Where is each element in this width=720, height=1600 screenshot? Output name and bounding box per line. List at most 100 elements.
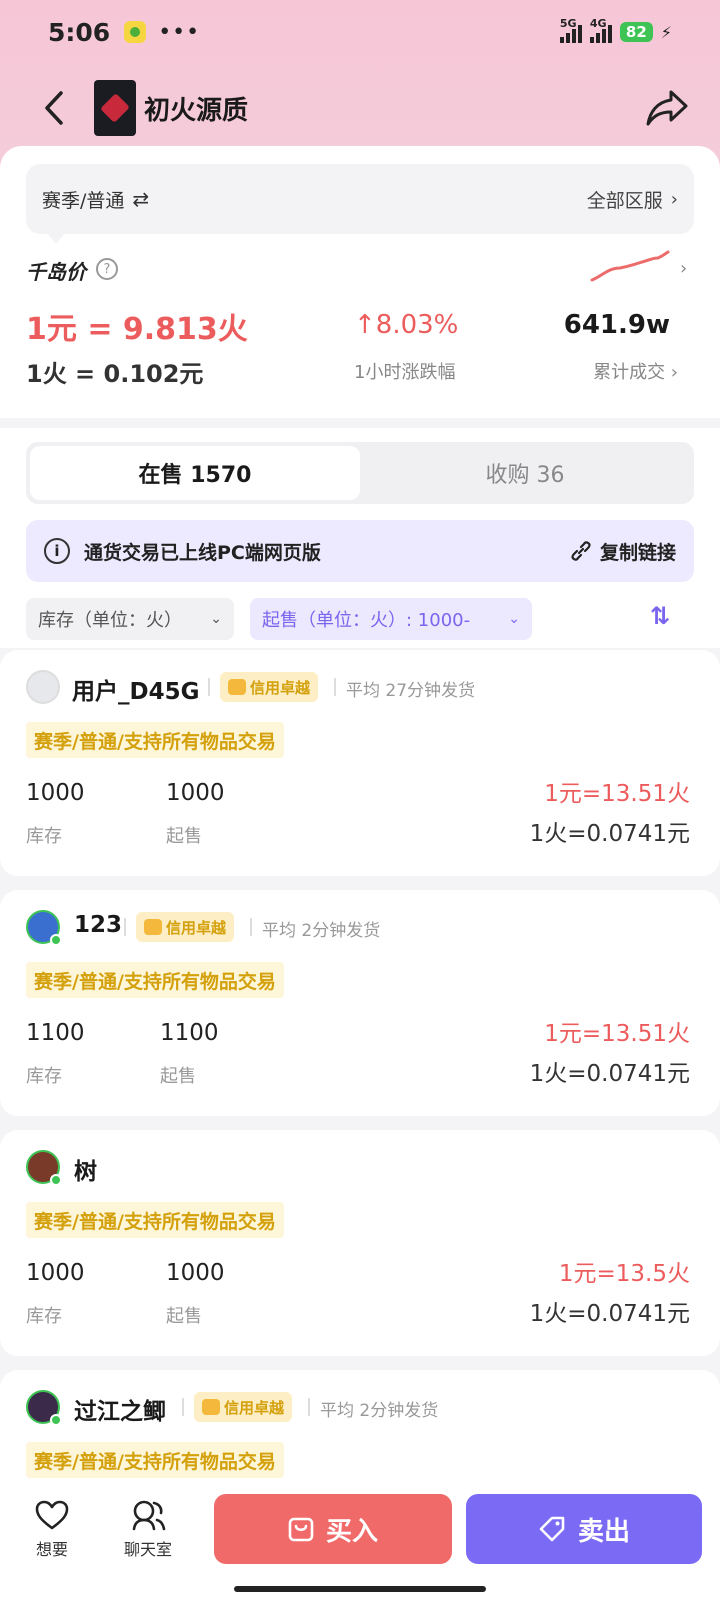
credit-badge: 信用卓越 bbox=[194, 1392, 293, 1422]
min-sale-label: 起售 bbox=[166, 826, 202, 847]
chevron-down-icon: ⌄ bbox=[508, 611, 520, 627]
seller-name: 123 bbox=[74, 912, 123, 938]
charging-icon: ⚡ bbox=[660, 22, 672, 42]
stock-value: 1100 bbox=[26, 1020, 85, 1046]
status-time: 5:06 bbox=[48, 17, 111, 47]
buy-button[interactable]: 买入 bbox=[214, 1494, 452, 1564]
sort-icon[interactable]: ⇅ bbox=[650, 602, 670, 630]
chat-icon bbox=[132, 1500, 166, 1531]
heart-icon bbox=[35, 1500, 69, 1530]
hourly-change: ↑8.03% bbox=[354, 310, 459, 340]
sell-label: 卖出 bbox=[577, 1516, 630, 1547]
info-icon: i bbox=[44, 538, 70, 564]
rate-yuan: 1元=13.51火 bbox=[544, 1021, 690, 1047]
tag-icon bbox=[539, 1516, 565, 1542]
filter-notch bbox=[46, 232, 66, 244]
divider bbox=[182, 1398, 184, 1416]
divider bbox=[308, 1398, 310, 1416]
badge-icon bbox=[228, 679, 246, 695]
seller-name: 过江之鲫 bbox=[74, 1399, 166, 1425]
notice-text: 通货交易已上线PC端网页版 bbox=[84, 541, 321, 564]
back-button[interactable] bbox=[34, 88, 74, 128]
listing-controls: 在售 1570 收购 36 i 通货交易已上线PC端网页版 复制链接 库存（单位… bbox=[0, 428, 720, 648]
copy-link-button[interactable]: 复制链接 bbox=[570, 538, 676, 565]
price-sparkline[interactable] bbox=[590, 248, 670, 286]
chevron-left-icon bbox=[45, 91, 63, 125]
total-volume-link[interactable]: 累计成交 › bbox=[593, 358, 678, 384]
divider bbox=[124, 918, 126, 936]
trade-tag: 赛季/普通/支持所有物品交易 bbox=[26, 1202, 284, 1238]
stock-value: 1000 bbox=[26, 780, 85, 806]
listing-card[interactable]: 树 赛季/普通/支持所有物品交易 1000 库存 1000 起售 1元=13.5… bbox=[0, 1130, 720, 1356]
min-sale-value: 1000 bbox=[166, 780, 225, 806]
status-bar: 5:06 ••• 5G 4G 82 ⚡ bbox=[0, 0, 720, 64]
badge-icon bbox=[202, 1399, 220, 1415]
stock-filter-label: 库存（单位：火） bbox=[38, 610, 182, 631]
want-label: 想要 bbox=[35, 1540, 68, 1559]
credit-badge: 信用卓越 bbox=[220, 672, 319, 702]
rate-main: 1元 = 9.813火 bbox=[26, 312, 248, 347]
top-nav: 初火源质 bbox=[0, 76, 720, 140]
credit-badge: 信用卓越 bbox=[136, 912, 235, 942]
buy-label: 买入 bbox=[325, 1516, 378, 1547]
divider bbox=[250, 918, 252, 936]
share-button[interactable] bbox=[644, 85, 690, 131]
sell-button[interactable]: 卖出 bbox=[466, 1494, 702, 1564]
item-icon bbox=[94, 80, 136, 136]
qiandao-price-label: 千岛价 bbox=[26, 260, 86, 284]
online-indicator bbox=[50, 934, 62, 946]
pc-notice-banner: i 通货交易已上线PC端网页版 复制链接 bbox=[26, 520, 694, 582]
min-sale-label: 起售 bbox=[166, 1306, 202, 1327]
stock-label: 库存 bbox=[26, 1306, 62, 1327]
trade-tag: 赛季/普通/支持所有物品交易 bbox=[26, 722, 284, 758]
price-summary-card: 赛季/普通 ⇄ 全部区服 › 千岛价 ? › 1元 = 9.813火 1火 = … bbox=[0, 146, 720, 418]
app-notification-icon bbox=[124, 21, 147, 43]
stock-label: 库存 bbox=[26, 826, 62, 847]
battery-icon: 82 bbox=[619, 22, 653, 42]
shipping-time: 平均 2分钟发货 bbox=[320, 1401, 439, 1421]
signal-5g-icon: 5G bbox=[559, 17, 582, 43]
min-sale-value: 1000 bbox=[166, 1260, 225, 1286]
rate-yuan: 1元=13.5火 bbox=[558, 1261, 690, 1287]
shipping-time: 平均 2分钟发货 bbox=[262, 921, 381, 941]
listing-card[interactable]: 用户_D45G 信用卓越 平均 27分钟发货 赛季/普通/支持所有物品交易 10… bbox=[0, 650, 720, 876]
rate-fire: 1火=0.0741元 bbox=[529, 1061, 690, 1087]
min-sale-filter-label: 起售（单位：火）: 1000- bbox=[262, 610, 471, 631]
stock-label: 库存 bbox=[26, 1066, 62, 1087]
help-icon[interactable]: ? bbox=[96, 258, 118, 280]
chat-room-label: 聊天室 bbox=[123, 1540, 172, 1559]
want-button[interactable]: 想要 bbox=[22, 1498, 82, 1560]
rate-fire: 1火=0.0741元 bbox=[529, 1301, 690, 1327]
share-icon bbox=[646, 90, 688, 126]
more-notifications-icon: ••• bbox=[158, 19, 201, 45]
hourly-change-label: 1小时涨跌幅 bbox=[354, 362, 456, 383]
listing-card[interactable]: 123 信用卓越 平均 2分钟发货 赛季/普通/支持所有物品交易 1100 库存… bbox=[0, 890, 720, 1116]
swap-icon[interactable]: ⇄ bbox=[132, 187, 149, 211]
chart-chevron-icon[interactable]: › bbox=[680, 258, 687, 279]
home-indicator[interactable] bbox=[234, 1586, 486, 1592]
chevron-down-icon: ⌄ bbox=[210, 611, 222, 627]
total-volume: 641.9w bbox=[563, 310, 670, 340]
online-indicator bbox=[50, 1174, 62, 1186]
bag-icon bbox=[288, 1517, 314, 1542]
chat-room-button[interactable]: 聊天室 bbox=[118, 1498, 178, 1560]
stock-filter-dropdown[interactable]: 库存（单位：火） ⌄ bbox=[26, 598, 234, 640]
rate-sub: 1火 = 0.102元 bbox=[26, 360, 204, 388]
badge-icon bbox=[144, 919, 162, 935]
rate-yuan: 1元=13.51火 bbox=[544, 781, 690, 807]
bottom-action-bar: 想要 聊天室 买入 卖出 bbox=[0, 1484, 720, 1600]
shipping-time: 平均 27分钟发货 bbox=[346, 681, 476, 701]
season-mode-label: 赛季/普通 bbox=[42, 189, 125, 212]
server-selector[interactable]: 全部区服 bbox=[587, 186, 663, 213]
min-sale-filter-dropdown[interactable]: 起售（单位：火）: 1000- ⌄ bbox=[250, 598, 532, 640]
tab-on-sale[interactable]: 在售 1570 bbox=[30, 446, 360, 500]
seller-name: 树 bbox=[74, 1159, 97, 1185]
server-filter-bar[interactable]: 赛季/普通 ⇄ 全部区服 › bbox=[26, 164, 694, 234]
tab-buying[interactable]: 收购 36 bbox=[360, 446, 690, 500]
status-right: 5G 4G 82 ⚡ bbox=[559, 17, 672, 43]
copy-link-label: 复制链接 bbox=[599, 541, 676, 564]
page-title: 初火源质 bbox=[144, 95, 249, 126]
divider bbox=[208, 678, 210, 696]
signal-4g-icon: 4G bbox=[589, 17, 612, 43]
avatar[interactable] bbox=[26, 670, 60, 704]
